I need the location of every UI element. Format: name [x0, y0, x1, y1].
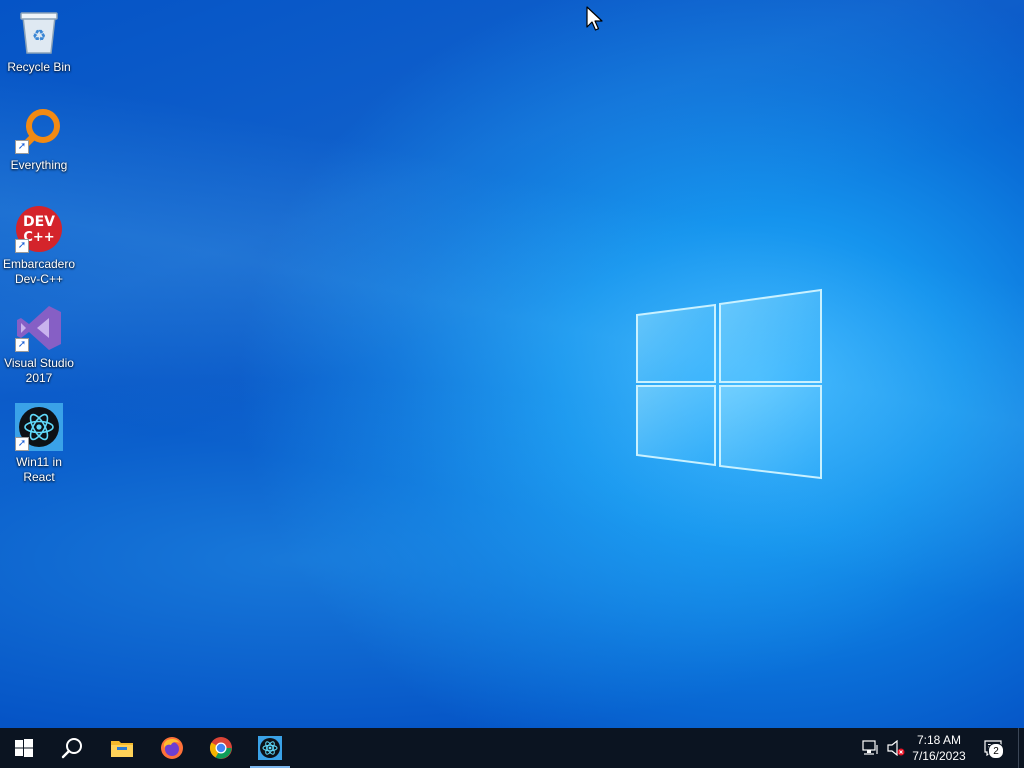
search-icon: [61, 738, 82, 759]
desktop-icon-dev-cpp[interactable]: DEV C++ ➚ Embarcadero Dev-C++: [2, 205, 76, 287]
clock-date: 7/16/2023: [912, 749, 966, 763]
desktop-icon-everything[interactable]: ➚ Everything: [2, 106, 76, 173]
clock-time: 7:18 AM: [916, 733, 962, 747]
shortcut-arrow-icon: ➚: [15, 140, 29, 154]
network-icon: [862, 740, 878, 755]
shortcut-arrow-icon: ➚: [15, 437, 29, 451]
volume-tray-button[interactable]: [884, 728, 908, 768]
windows-logo-wallpaper: [636, 288, 822, 480]
recycle-bin-icon: ♻: [15, 8, 63, 56]
taskbar-file-explorer[interactable]: [98, 728, 146, 768]
dev-cpp-icon: DEV C++ ➚: [15, 205, 63, 253]
react-app-icon: [258, 736, 282, 760]
desktop[interactable]: ♻ Recycle Bin ➚ Everything DEV C++ ➚ Emb…: [0, 0, 1024, 728]
action-center-button[interactable]: 2: [980, 728, 1006, 768]
react-app-icon: ➚: [15, 403, 63, 451]
desktop-icon-label: Everything: [10, 158, 68, 172]
taskbar-firefox[interactable]: [148, 728, 196, 768]
desktop-icon-label: Embarcadero Dev-C++: [2, 257, 76, 286]
desktop-icon-label: Win11 in React: [16, 455, 62, 484]
notification-count-badge: 2: [988, 743, 1004, 759]
desktop-icon-label: Visual Studio 2017: [4, 356, 74, 385]
mouse-cursor-icon: [586, 6, 603, 31]
wallpaper-light: [0, 0, 1024, 728]
desktop-icon-recycle-bin[interactable]: ♻ Recycle Bin: [2, 8, 76, 75]
desktop-icon-win11-react[interactable]: ➚ Win11 in React: [2, 403, 76, 485]
volume-muted-icon: [887, 740, 905, 756]
taskbar: 7:18 AM 7/16/2023 2: [0, 728, 1024, 768]
shortcut-arrow-icon: ➚: [15, 239, 29, 253]
taskbar-clock[interactable]: 7:18 AM 7/16/2023: [906, 732, 972, 764]
network-tray-button[interactable]: [858, 728, 884, 768]
visual-studio-icon: ➚: [15, 304, 63, 352]
svg-text:DEV: DEV: [23, 214, 55, 230]
svg-text:♻: ♻: [32, 26, 46, 45]
taskbar-win11-react[interactable]: [246, 728, 294, 768]
search-button[interactable]: [48, 728, 96, 768]
wallpaper-light: [0, 0, 1024, 728]
show-desktop-button[interactable]: [1018, 728, 1024, 768]
taskbar-chrome[interactable]: [197, 728, 245, 768]
shortcut-arrow-icon: ➚: [15, 338, 29, 352]
start-button[interactable]: [0, 728, 48, 768]
chrome-icon: [209, 737, 232, 759]
desktop-icon-visual-studio[interactable]: ➚ Visual Studio 2017: [2, 304, 76, 386]
windows-start-icon: [15, 739, 33, 757]
firefox-icon: [161, 737, 183, 759]
everything-search-icon: ➚: [15, 106, 63, 154]
file-explorer-icon: [111, 741, 133, 757]
desktop-icon-label: Recycle Bin: [7, 60, 71, 74]
wallpaper-light: [0, 0, 1024, 728]
